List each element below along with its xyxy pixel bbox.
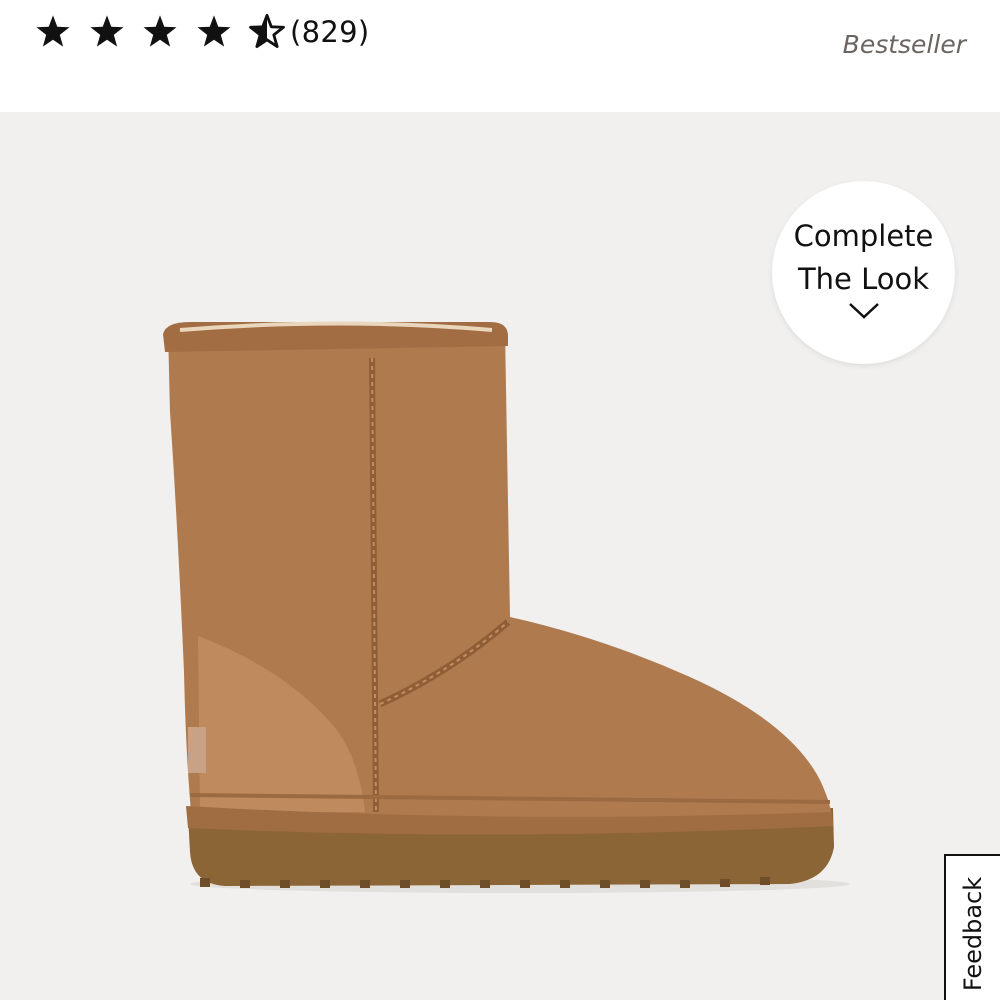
feedback-label: Feedback: [959, 876, 987, 992]
star-full-icon: [90, 15, 123, 47]
complete-the-look-line2: The Look: [797, 261, 930, 296]
complete-the-look-line1: Complete: [793, 218, 934, 253]
chevron-down-icon: [848, 302, 879, 319]
complete-the-look-label: Complete The Look: [794, 215, 934, 301]
star-full-icon: [197, 15, 230, 47]
review-count[interactable]: (829): [290, 15, 369, 49]
product-gallery[interactable]: Complete The Look Feedback: [0, 112, 1000, 1000]
bestseller-badge: Bestseller: [842, 30, 966, 59]
rating-stars[interactable]: (829): [34, 10, 369, 54]
star-half-icon: [249, 13, 285, 48]
complete-the-look-button[interactable]: Complete The Look: [772, 181, 955, 364]
star-full-icon: [143, 15, 177, 47]
product-header: (829) Bestseller: [0, 0, 1000, 112]
star-full-icon: [36, 15, 70, 47]
feedback-tab[interactable]: Feedback: [944, 854, 1000, 1000]
